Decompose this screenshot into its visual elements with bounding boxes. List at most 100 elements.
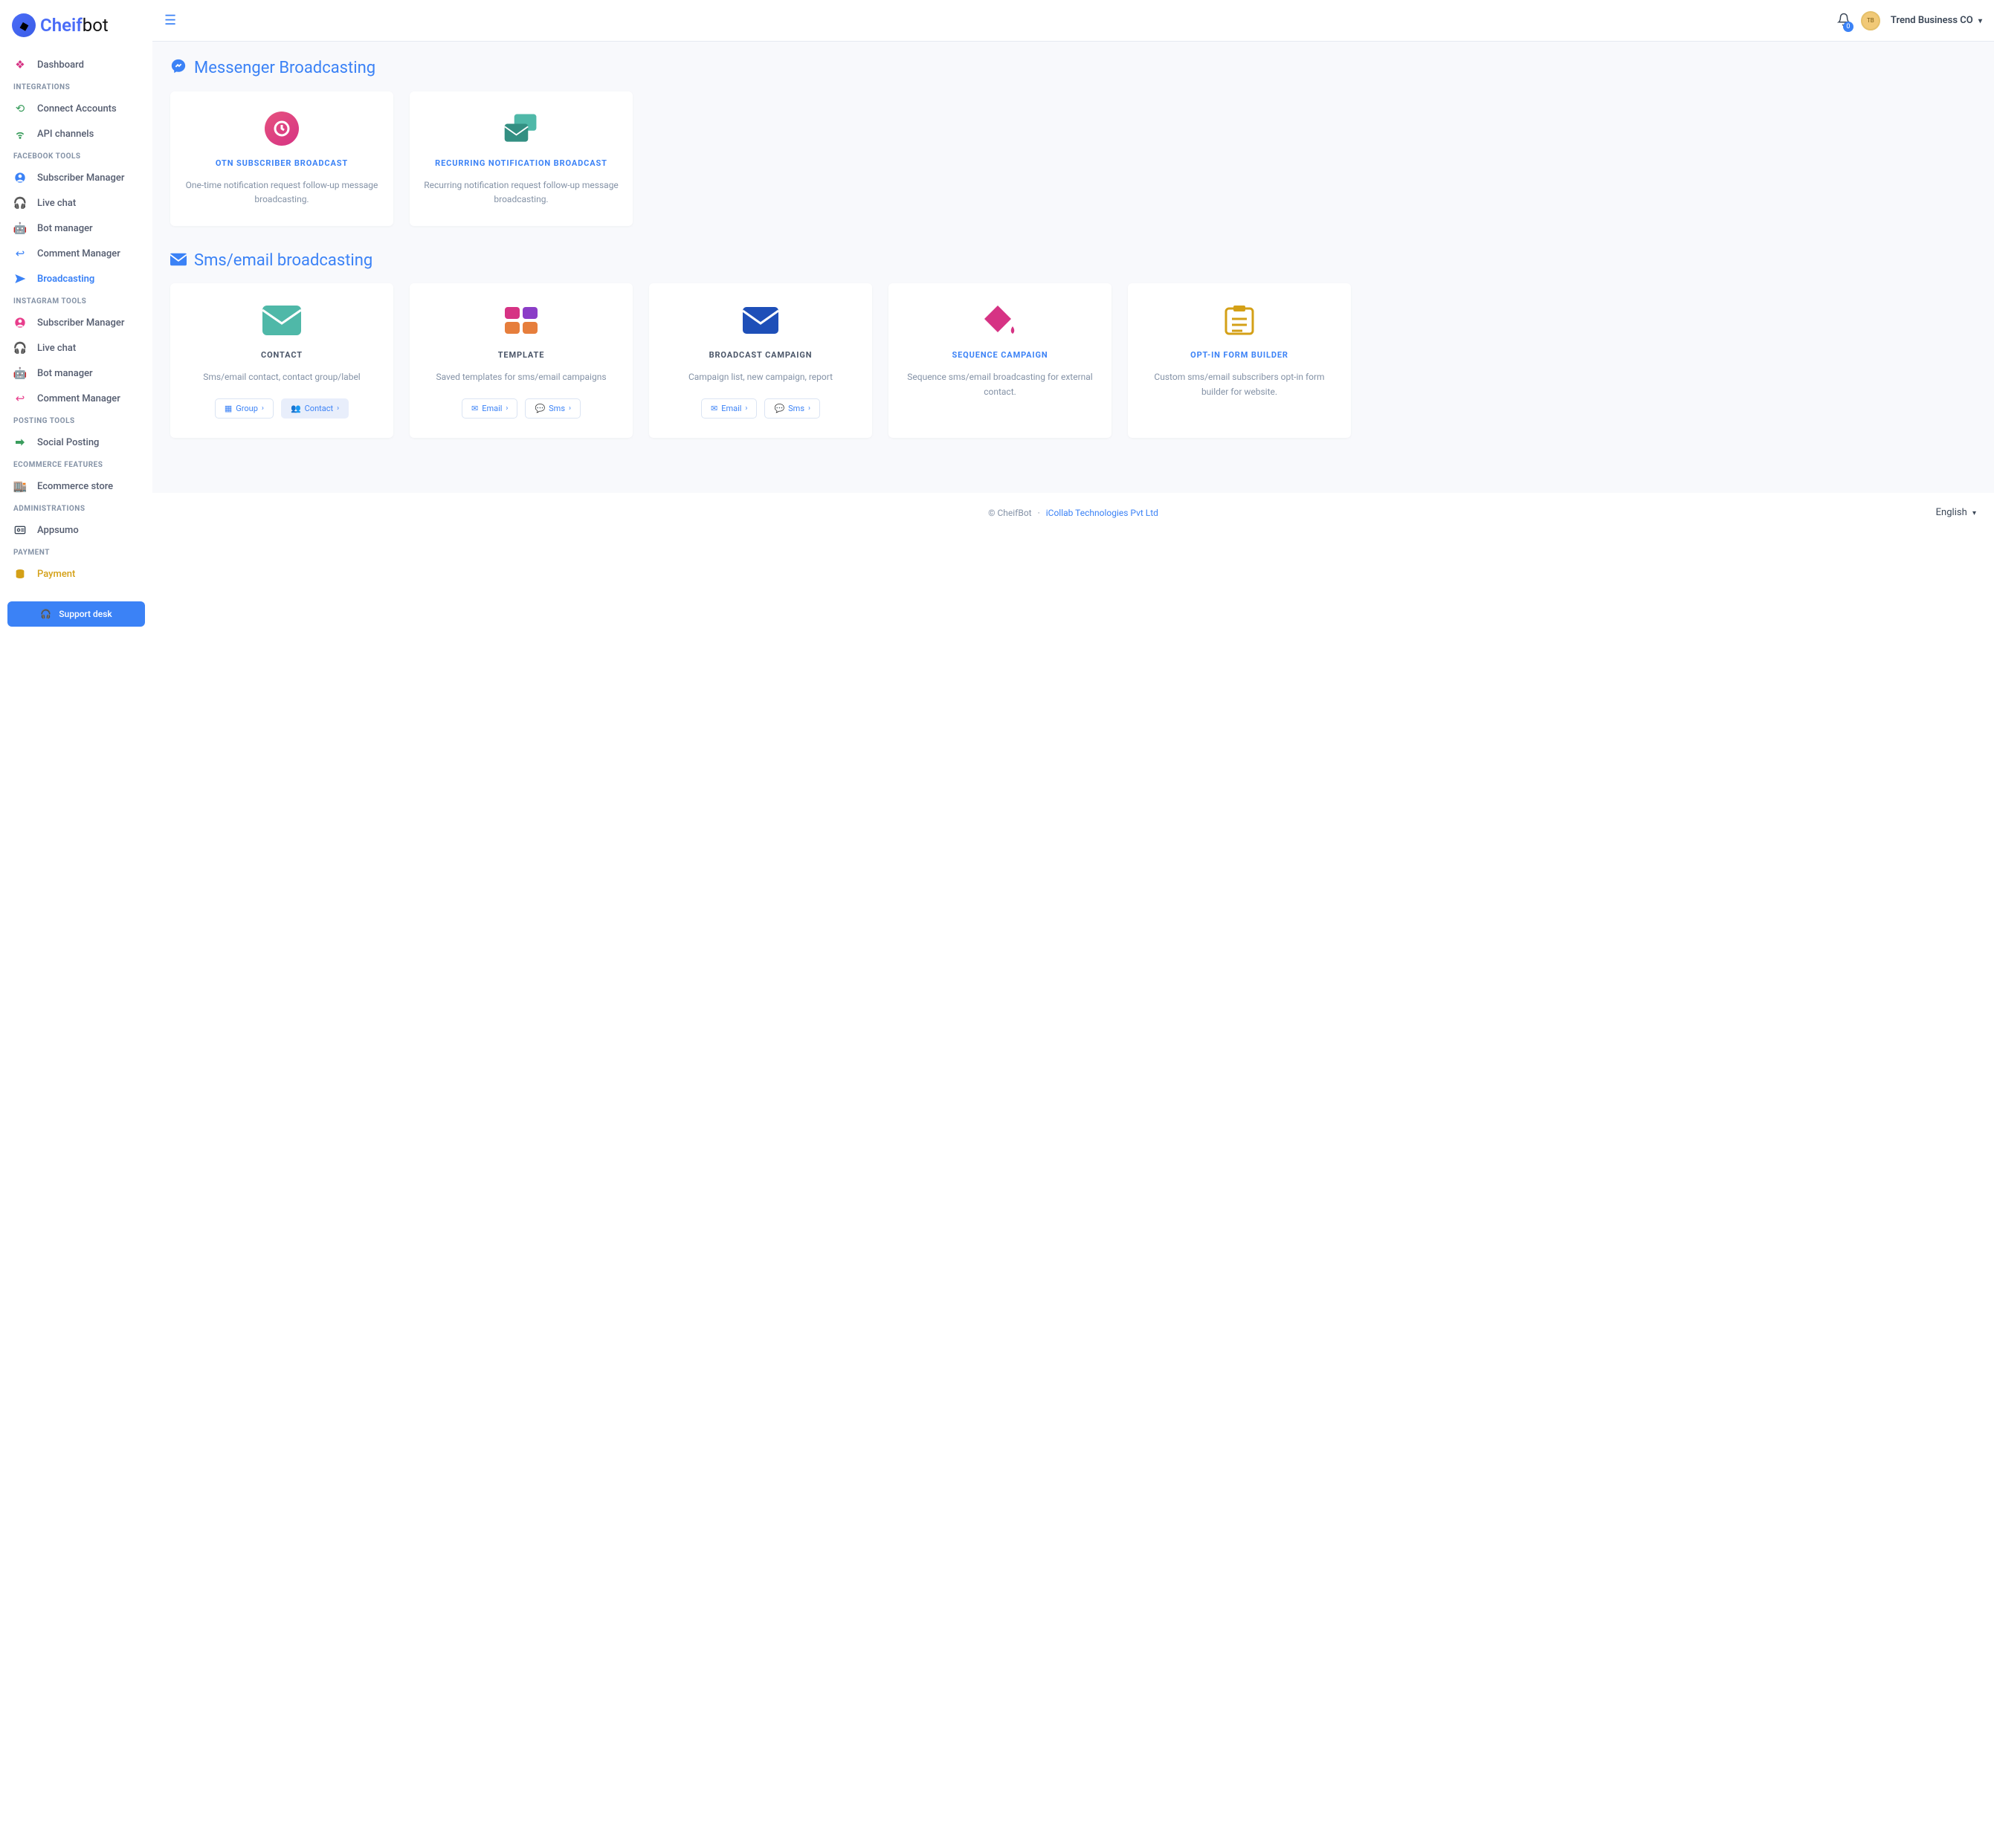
store-icon: 🏬 — [13, 479, 27, 493]
nav-heading-posting: POSTING TOOLS — [0, 411, 152, 430]
comment-icon: 💬 — [774, 404, 784, 413]
section-title-label: Messenger Broadcasting — [194, 59, 375, 77]
template-email-button[interactable]: ✉ Email › — [462, 398, 517, 419]
card-title: CONTACT — [184, 350, 380, 360]
contact-group-button[interactable]: ▦ Group › — [215, 398, 274, 419]
nav-label: Bot manager — [37, 223, 93, 234]
logo-icon — [12, 13, 36, 37]
headset-icon: 🎧 — [13, 196, 27, 210]
nav-label: Broadcasting — [37, 274, 94, 285]
nav-ecom-store[interactable]: 🏬 Ecommerce store — [0, 474, 152, 499]
envelope-icon — [170, 252, 187, 270]
chevron-right-icon: › — [337, 404, 339, 413]
nav-heading-ecom: ECOMMERCE FEATURES — [0, 455, 152, 474]
reply-icon: ↩ — [13, 247, 27, 260]
footer: © CheifBot · iCollab Technologies Pvt Lt… — [152, 493, 1994, 533]
nav-api-channels[interactable]: API channels — [0, 121, 152, 146]
headset-icon: 🎧 — [13, 341, 27, 355]
campaign-email-button[interactable]: ✉ Email › — [701, 398, 757, 419]
chip-label: Group — [236, 404, 258, 413]
contact-contact-button[interactable]: 👥 Contact › — [281, 398, 349, 419]
robot-icon: 🤖 — [13, 222, 27, 235]
chip-label: Contact — [305, 404, 333, 413]
nav-label: API channels — [37, 129, 94, 140]
nav-label: Connect Accounts — [37, 103, 117, 114]
user-circle-icon — [13, 316, 27, 329]
section-title-messenger: Messenger Broadcasting — [170, 58, 1976, 78]
reply-icon: ↩ — [13, 392, 27, 405]
card-desc: Recurring notification request follow-up… — [423, 178, 619, 207]
link-icon: ⟲ — [13, 102, 27, 115]
chevron-down-icon: ▾ — [1978, 17, 1982, 25]
support-label: Support desk — [59, 609, 112, 619]
nav-fb-broadcasting[interactable]: Broadcasting — [0, 266, 152, 291]
logo[interactable]: Cheifbot — [0, 9, 152, 52]
coins-icon — [13, 567, 27, 581]
user-menu[interactable]: Trend Business CO ▾ — [1891, 15, 1982, 26]
card-sequence-campaign[interactable]: SEQUENCE CAMPAIGN Sequence sms/email bro… — [888, 283, 1111, 437]
card-title: RECURRING NOTIFICATION BROADCAST — [423, 158, 619, 168]
support-desk-button[interactable]: 🎧 Support desk — [7, 601, 145, 627]
nav-dashboard[interactable]: ❖ Dashboard — [0, 52, 152, 77]
nav-label: Comment Manager — [37, 248, 120, 259]
template-sms-button[interactable]: 💬 Sms › — [525, 398, 581, 419]
card-optin-form[interactable]: OPT-IN FORM BUILDER Custom sms/email sub… — [1128, 283, 1351, 437]
content: Messenger Broadcasting OTN SUBSCRIBER BR… — [152, 42, 1994, 493]
envelope-icon — [262, 301, 301, 340]
card-title: SEQUENCE CAMPAIGN — [902, 350, 1098, 360]
card-desc: Sms/email contact, contact group/label — [184, 370, 380, 384]
campaign-sms-button[interactable]: 💬 Sms › — [764, 398, 820, 419]
nav-fb-live-chat[interactable]: 🎧 Live chat — [0, 190, 152, 216]
card-contact: CONTACT Sms/email contact, contact group… — [170, 283, 393, 437]
notif-count: 0 — [1843, 22, 1853, 32]
envelope-icon: ✉ — [711, 404, 717, 413]
nav-payment[interactable]: Payment — [0, 561, 152, 587]
card-title: TEMPLATE — [423, 350, 619, 360]
card-broadcast-campaign: BROADCAST CAMPAIGN Campaign list, new ca… — [649, 283, 872, 437]
clock-icon — [262, 109, 301, 148]
chip-label: Sms — [549, 404, 565, 413]
card-desc: Saved templates for sms/email campaigns — [423, 370, 619, 384]
flame-icon: ❖ — [13, 58, 27, 71]
nav-heading-admin: ADMINISTRATIONS — [0, 499, 152, 517]
card-otn-broadcast[interactable]: OTN SUBSCRIBER BROADCAST One-time notifi… — [170, 91, 393, 226]
chip-label: Email — [482, 404, 502, 413]
nav-social-posting[interactable]: Social Posting — [0, 430, 152, 455]
footer-sep: · — [1038, 508, 1040, 518]
nav-appsumo[interactable]: Appsumo — [0, 517, 152, 543]
users-icon: 👥 — [291, 404, 301, 413]
chip-label: Email — [721, 404, 741, 413]
chevron-down-icon: ▾ — [1972, 509, 1976, 517]
nav-ig-subscriber-mgr[interactable]: Subscriber Manager — [0, 310, 152, 335]
card-desc: Campaign list, new campaign, report — [662, 370, 859, 384]
nav-label: Bot manager — [37, 368, 93, 379]
send-icon — [13, 272, 27, 285]
notifications-button[interactable]: 0 — [1837, 13, 1851, 29]
chevron-right-icon: › — [745, 404, 747, 413]
language-select[interactable]: English ▾ — [1936, 507, 1976, 518]
nav-label: Payment — [37, 569, 75, 580]
nav-fb-bot-mgr[interactable]: 🤖 Bot manager — [0, 216, 152, 241]
avatar[interactable]: TB — [1861, 11, 1880, 30]
nav-ig-comment-mgr[interactable]: ↩ Comment Manager — [0, 386, 152, 411]
chevron-right-icon: › — [506, 404, 508, 413]
nav-ig-bot-mgr[interactable]: 🤖 Bot manager — [0, 361, 152, 386]
chevron-right-icon: › — [808, 404, 810, 413]
card-title: OPT-IN FORM BUILDER — [1141, 350, 1338, 360]
user-circle-icon — [13, 171, 27, 184]
share-icon — [13, 436, 27, 449]
footer-link[interactable]: iCollab Technologies Pvt Ltd — [1046, 508, 1158, 518]
card-title: OTN SUBSCRIBER BROADCAST — [184, 158, 380, 168]
header: ☰ 0 TB Trend Business CO ▾ — [152, 0, 1994, 42]
robot-icon: 🤖 — [13, 366, 27, 380]
card-recurring-broadcast[interactable]: RECURRING NOTIFICATION BROADCAST Recurri… — [410, 91, 633, 226]
nav-fb-comment-mgr[interactable]: ↩ Comment Manager — [0, 241, 152, 266]
menu-toggle-icon[interactable]: ☰ — [164, 13, 176, 28]
logo-text-b: bot — [83, 15, 109, 36]
nav-connect-accounts[interactable]: ⟲ Connect Accounts — [0, 96, 152, 121]
lang-label: English — [1936, 507, 1967, 518]
nav-fb-subscriber-mgr[interactable]: Subscriber Manager — [0, 165, 152, 190]
nav-label: Ecommerce store — [37, 481, 113, 492]
nav-ig-live-chat[interactable]: 🎧 Live chat — [0, 335, 152, 361]
grid-icon — [502, 301, 541, 340]
